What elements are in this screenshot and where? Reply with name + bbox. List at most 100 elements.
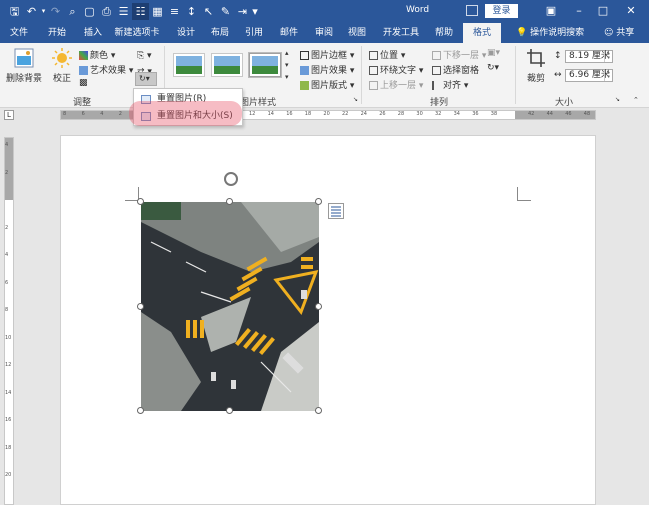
vertical-ruler-tick-label: 12 [5, 362, 12, 368]
share-button[interactable]: ☺ 共享 [604, 23, 634, 43]
indent-icon[interactable]: ⇥ [234, 3, 251, 20]
remove-background-label[interactable]: 删除背景 [6, 71, 42, 84]
size-dialog-launcher-icon[interactable]: ↘ [615, 96, 620, 103]
maximize-icon[interactable]: □ [594, 3, 612, 19]
position-button[interactable]: 位置 ▾ [369, 48, 405, 61]
rotate-handle-icon[interactable] [224, 172, 238, 186]
tab-developer[interactable]: 开发工具 [378, 23, 424, 43]
wrap-text-button[interactable]: 环绕文字 ▾ [369, 63, 423, 76]
ruler-tick-label: 8 [63, 111, 67, 117]
gallery-more-icon[interactable]: ▾ [285, 73, 289, 81]
width-input[interactable]: 6.96 厘米 ▴ ▾ [565, 69, 613, 82]
color-button[interactable]: 颜色 ▾ [79, 48, 115, 61]
wrap-text-icon [369, 66, 378, 75]
resize-handle-r[interactable] [315, 303, 322, 310]
highlight-annotation [129, 101, 242, 126]
tab-new[interactable]: 新建选项卡 [112, 23, 162, 43]
dropdown-arrow-icon[interactable]: ▾ [40, 3, 47, 20]
vertical-ruler-tick-label: 18 [5, 444, 12, 451]
more-icon[interactable]: ▾ [251, 3, 259, 20]
tab-layout[interactable]: 布局 [206, 23, 234, 43]
compress-icon[interactable]: ⎘ ▾ [137, 51, 152, 61]
width-spin-icon[interactable]: ▴ ▾ [604, 70, 612, 81]
close-icon[interactable]: ✕ [622, 3, 640, 19]
crop-label[interactable]: 裁剪 [527, 71, 545, 84]
tab-file[interactable]: 文件 [4, 23, 34, 43]
align-button[interactable]: 对齐 ▾ [432, 78, 468, 91]
margin-mark-top-right [517, 187, 531, 201]
picture-layout-button[interactable]: 图片版式 ▾ [300, 78, 354, 91]
redo-icon[interactable]: ↷ [47, 3, 64, 20]
resize-handle-t[interactable] [226, 198, 233, 205]
rotate-icon[interactable]: ↻▾ [487, 63, 499, 73]
ruler-tick-label: 12 [249, 111, 256, 117]
ribbon-options-icon[interactable]: ▣ [542, 3, 560, 19]
resize-handle-br[interactable] [315, 407, 322, 414]
tab-help[interactable]: 帮助 [430, 23, 458, 43]
login-button[interactable]: 登录 [485, 4, 518, 18]
resize-handle-tl[interactable] [137, 198, 144, 205]
print-preview-icon[interactable]: ⌕ [64, 3, 81, 20]
resize-handle-b[interactable] [226, 407, 233, 414]
tell-me-search[interactable]: 💡 操作说明搜索 [516, 23, 584, 43]
tab-home[interactable]: 开始 [42, 23, 72, 43]
correct-label[interactable]: 校正 [53, 71, 71, 84]
tab-format[interactable]: 格式 [463, 23, 501, 43]
crop-icon[interactable] [526, 48, 546, 68]
dialog-launcher-icon[interactable]: ↘ [353, 96, 358, 103]
reset-picture-button[interactable]: ↻▾ [135, 72, 157, 86]
height-input[interactable]: 8.19 厘米 ▴ ▾ [565, 50, 613, 63]
height-spin-icon[interactable]: ▴ ▾ [604, 51, 612, 62]
tab-design[interactable]: 设计 [172, 23, 200, 43]
page-icon[interactable]: ☷ [132, 3, 149, 20]
minimize-icon[interactable]: – [570, 3, 588, 19]
tab-insert[interactable]: 插入 [78, 23, 108, 43]
ruler-tick-label: 24 [360, 111, 367, 117]
selection-pane-button[interactable]: 选择窗格 [432, 63, 479, 76]
tab-view[interactable]: 视图 [343, 23, 371, 43]
tab-references[interactable]: 引用 [240, 23, 268, 43]
line-spacing-icon[interactable]: ↕ [183, 3, 200, 20]
resize-handle-bl[interactable] [137, 407, 144, 414]
print-icon[interactable]: ⎙ [98, 3, 115, 20]
ruler-tick-label: 4 [100, 111, 104, 117]
selected-picture[interactable] [141, 202, 319, 411]
vertical-ruler-tick-label: 4 [5, 252, 9, 258]
ribbon-display-icon[interactable] [466, 5, 478, 16]
group-icon[interactable]: ▣▾ [487, 48, 500, 58]
select-icon[interactable]: ↖ [200, 3, 217, 20]
gallery-up-icon[interactable]: ▴ [285, 49, 289, 57]
resize-handle-tr[interactable] [315, 198, 322, 205]
tab-mailings[interactable]: 邮件 [275, 23, 303, 43]
ruler-tick-label: 36 [472, 111, 479, 117]
bring-forward-button[interactable]: 上移一层 ▾ [369, 78, 423, 91]
picture-border-button[interactable]: 图片边框 ▾ [300, 48, 354, 61]
transparency-icon[interactable]: ▩ [79, 78, 88, 88]
send-backward-button[interactable]: 下移一层 ▾ [432, 48, 486, 61]
picture-style-3[interactable] [249, 53, 281, 77]
picture-style-2[interactable] [211, 53, 243, 77]
save-icon[interactable]: 🖫 [6, 3, 23, 20]
text-highlight-icon[interactable]: ✎ [217, 3, 234, 20]
vertical-ruler-tick-label: 20 [5, 472, 12, 478]
sun-icon[interactable] [52, 48, 72, 68]
open-icon[interactable]: ▢ [81, 3, 98, 20]
tab-selector[interactable]: L [4, 110, 14, 120]
undo-icon[interactable]: ↶ [23, 3, 40, 20]
picture-style-1[interactable] [173, 53, 205, 77]
table-icon[interactable]: ▦ [149, 3, 166, 20]
gallery-down-icon[interactable]: ▾ [285, 61, 289, 69]
picture-effect-button[interactable]: 图片效果 ▾ [300, 63, 354, 76]
ruler-tick-label: 42 [528, 111, 535, 117]
reading-mode-icon[interactable]: ☰ [115, 3, 132, 20]
remove-background-icon[interactable] [14, 48, 34, 68]
ruler-tick-label: 38 [490, 111, 498, 117]
collapse-ribbon-icon[interactable]: ⌃ [633, 96, 639, 104]
ruler-tick-label: 34 [453, 111, 460, 117]
resize-handle-l[interactable] [137, 303, 144, 310]
tab-review[interactable]: 审阅 [310, 23, 338, 43]
layout-options-icon[interactable] [328, 203, 344, 219]
art-effect-button[interactable]: 艺术效果 ▾ [79, 63, 133, 76]
view-icon[interactable]: ≡ [166, 3, 183, 20]
ruler-tick-label: 18 [304, 111, 312, 117]
